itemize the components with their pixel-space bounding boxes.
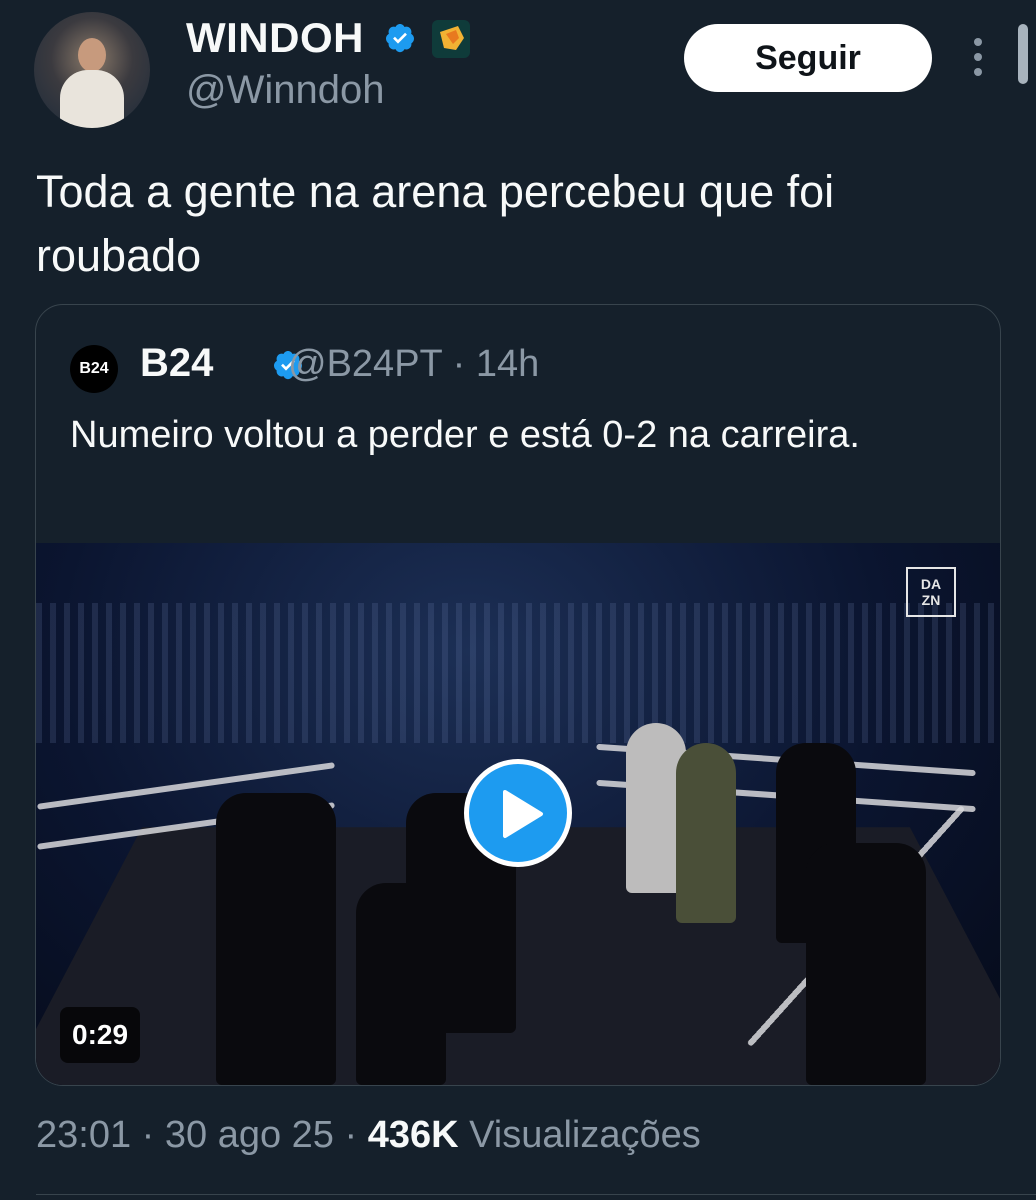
more-options-icon[interactable]	[966, 38, 990, 84]
play-icon	[503, 790, 543, 838]
person-figure	[806, 843, 926, 1085]
separator-dot: ·	[141, 1114, 165, 1156]
person-figure	[216, 793, 336, 1085]
video-duration: 0:29	[60, 1007, 141, 1063]
separator-dot: ·	[344, 1114, 368, 1156]
tweet-date[interactable]: 30 ago 25	[165, 1114, 334, 1156]
quote-text: Numeiro voltou a perder e está 0-2 na ca…	[70, 414, 860, 456]
author-avatar[interactable]	[34, 12, 150, 128]
views-label: Visualizações	[469, 1114, 701, 1156]
tweet-footer: 23:01 · 30 ago 25 · 436K Visualizações	[36, 1114, 701, 1157]
follow-button[interactable]: Seguir	[684, 24, 932, 92]
affiliate-badge-icon[interactable]	[432, 20, 470, 58]
tweet-time[interactable]: 23:01	[36, 1114, 131, 1156]
author-display-name[interactable]: WINDOH	[186, 14, 364, 62]
quote-meta: @B24PT · 14h	[288, 343, 539, 386]
dazn-watermark: DA ZN	[906, 567, 956, 617]
play-button[interactable]	[464, 759, 572, 867]
author-handle[interactable]: @Winndoh	[186, 68, 384, 113]
avatar-head	[78, 38, 106, 72]
tweet-text: Toda a gente na arena percebeu que foi r…	[36, 166, 835, 281]
person-figure	[676, 743, 736, 923]
quote-avatar[interactable]: B24	[70, 345, 118, 393]
avatar-body	[60, 70, 124, 128]
quote-display-name[interactable]: B24	[140, 341, 213, 386]
crowd-background	[36, 603, 1000, 743]
quote-time[interactable]: 14h	[476, 343, 539, 385]
verified-badge-icon	[386, 24, 414, 53]
divider	[36, 1194, 1036, 1195]
scrollbar[interactable]	[1018, 24, 1028, 84]
separator-dot: ·	[452, 343, 476, 385]
views-count[interactable]: 436K	[368, 1114, 459, 1156]
quote-handle[interactable]: @B24PT	[288, 343, 442, 385]
quoted-tweet[interactable]: B24 B24 @B24PT · 14h Numeiro voltou a pe…	[35, 304, 1001, 1086]
video-player[interactable]: DA ZN 0:29	[36, 543, 1000, 1085]
